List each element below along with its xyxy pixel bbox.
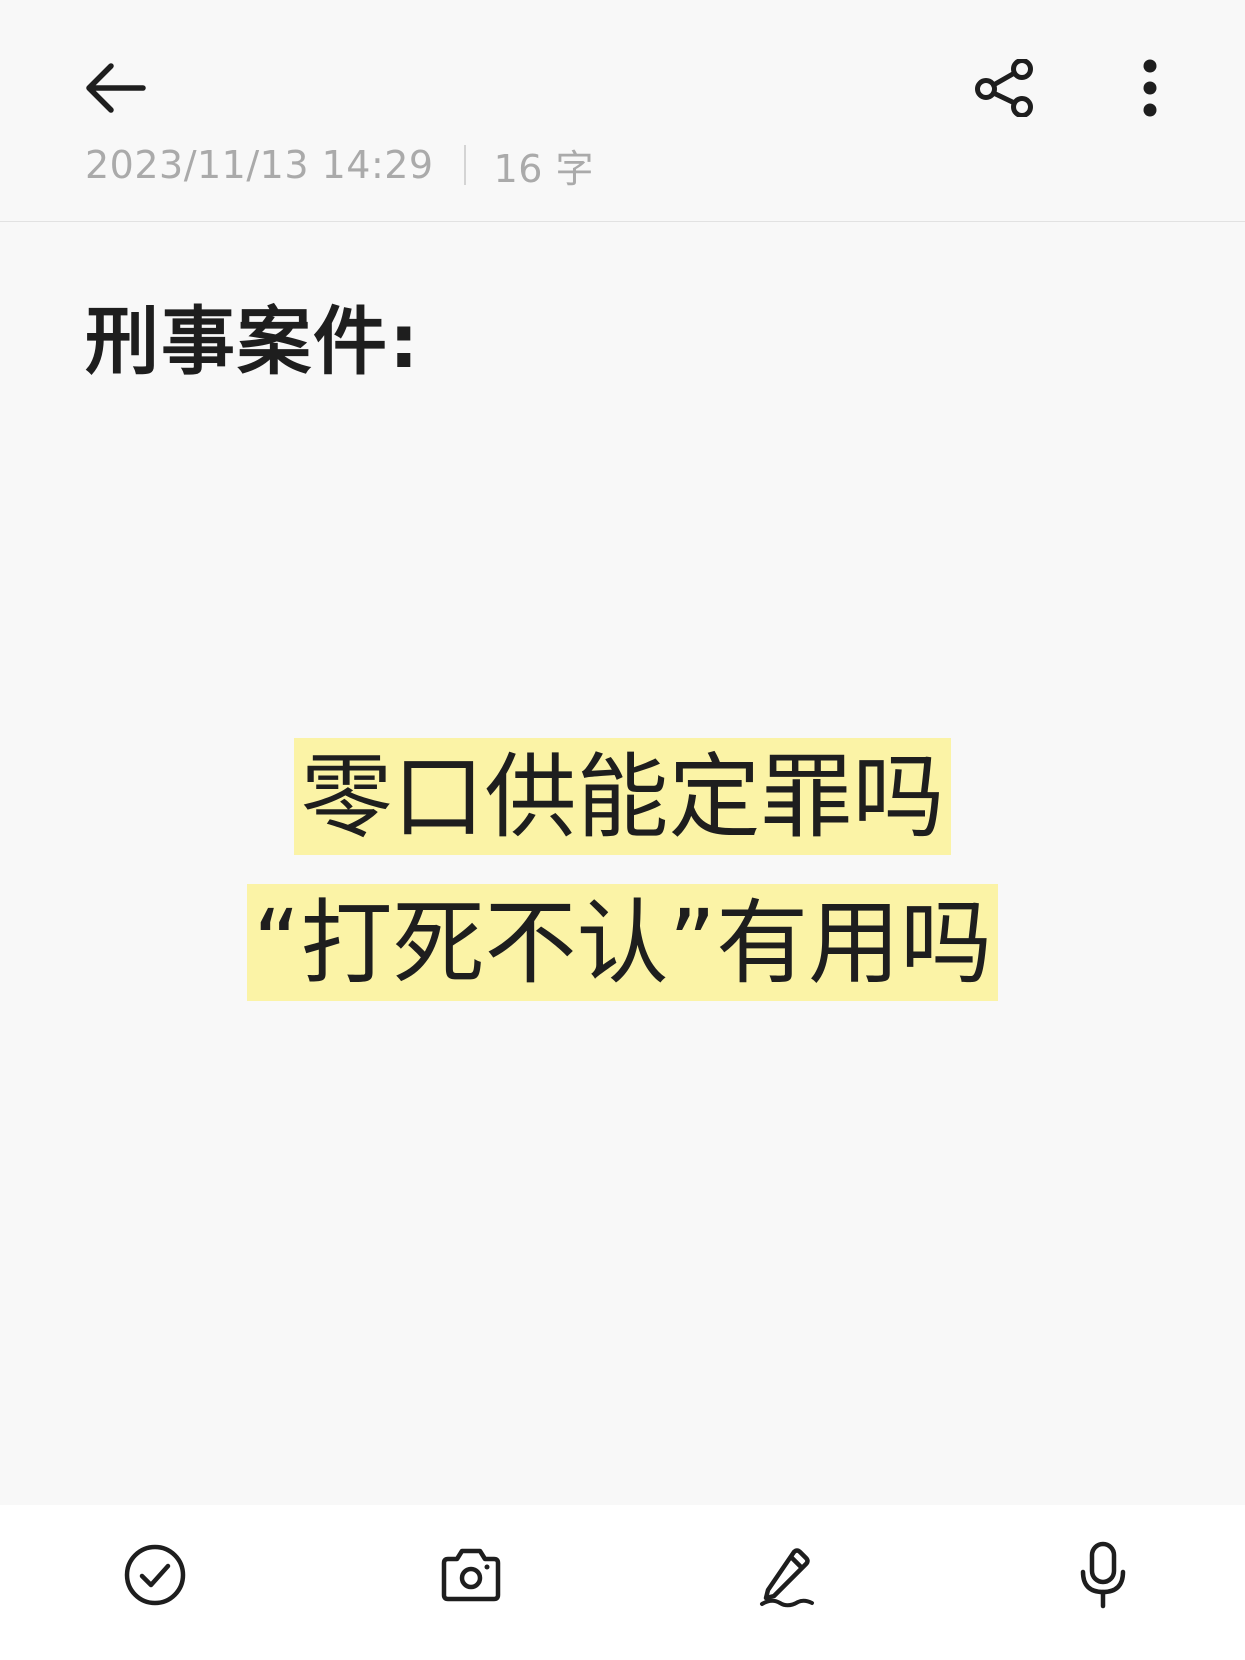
- note-title[interactable]: 刑事案件:: [85, 282, 421, 389]
- word-count: 16 字: [493, 146, 595, 191]
- note-meta: 2023/11/13 14:29 16 字: [85, 140, 595, 191]
- more-options-button[interactable]: [1105, 50, 1195, 125]
- highlighted-text: 零口供能定罪吗: [294, 738, 951, 855]
- back-button[interactable]: [70, 50, 160, 125]
- microphone-icon: [1080, 1541, 1126, 1609]
- voice-input-button[interactable]: [1058, 1530, 1148, 1620]
- checklist-button[interactable]: [110, 1530, 200, 1620]
- note-editor-screen: 2023/11/13 14:29 16 字 刑事案件: 零口供能定罪吗 “打死不…: [0, 0, 1245, 1660]
- meta-divider: [463, 145, 466, 185]
- arrow-left-icon: [86, 62, 146, 113]
- camera-icon: [441, 1548, 501, 1602]
- header-bar: 2023/11/13 14:29 16 字: [0, 0, 1245, 222]
- checklist-icon: [124, 1544, 186, 1606]
- more-vertical-icon: [1143, 59, 1157, 116]
- highlighted-line[interactable]: 零口供能定罪吗: [0, 738, 1245, 855]
- highlighted-line[interactable]: “打死不认”有用吗: [0, 884, 1245, 1001]
- bottom-toolbar: [0, 1505, 1245, 1660]
- highlighted-text: “打死不认”有用吗: [246, 884, 999, 1001]
- handwriting-button[interactable]: [742, 1530, 832, 1620]
- camera-button[interactable]: [426, 1530, 516, 1620]
- note-timestamp: 2023/11/13 14:29: [85, 143, 434, 187]
- share-button[interactable]: [960, 50, 1050, 125]
- share-icon: [975, 58, 1033, 117]
- handwriting-pen-icon: [760, 1548, 814, 1608]
